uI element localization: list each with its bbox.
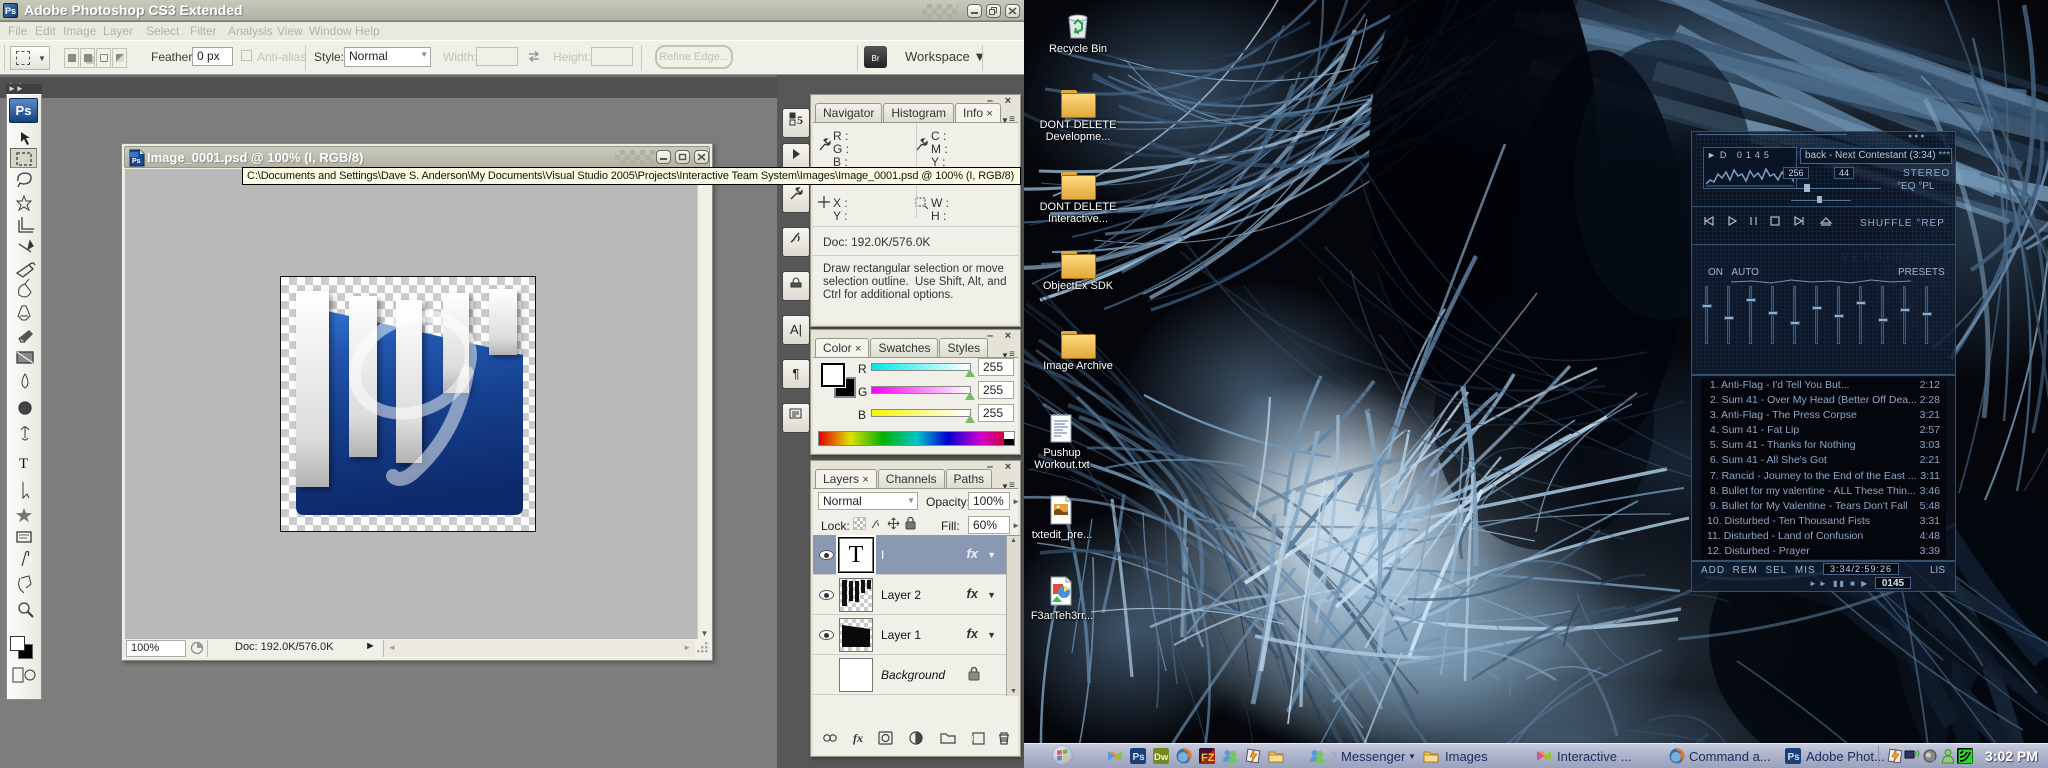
svg-text:Ps: Ps <box>1788 752 1801 763</box>
svg-text:Ps: Ps <box>132 158 141 165</box>
svg-text:Dw: Dw <box>1154 752 1169 763</box>
svg-text:T: T <box>19 456 28 472</box>
svg-text:Ps: Ps <box>1133 752 1146 763</box>
svg-text:FZ: FZ <box>1201 752 1215 764</box>
svg-text:5: 5 <box>797 113 803 127</box>
svg-text:fx: fx <box>853 731 863 745</box>
